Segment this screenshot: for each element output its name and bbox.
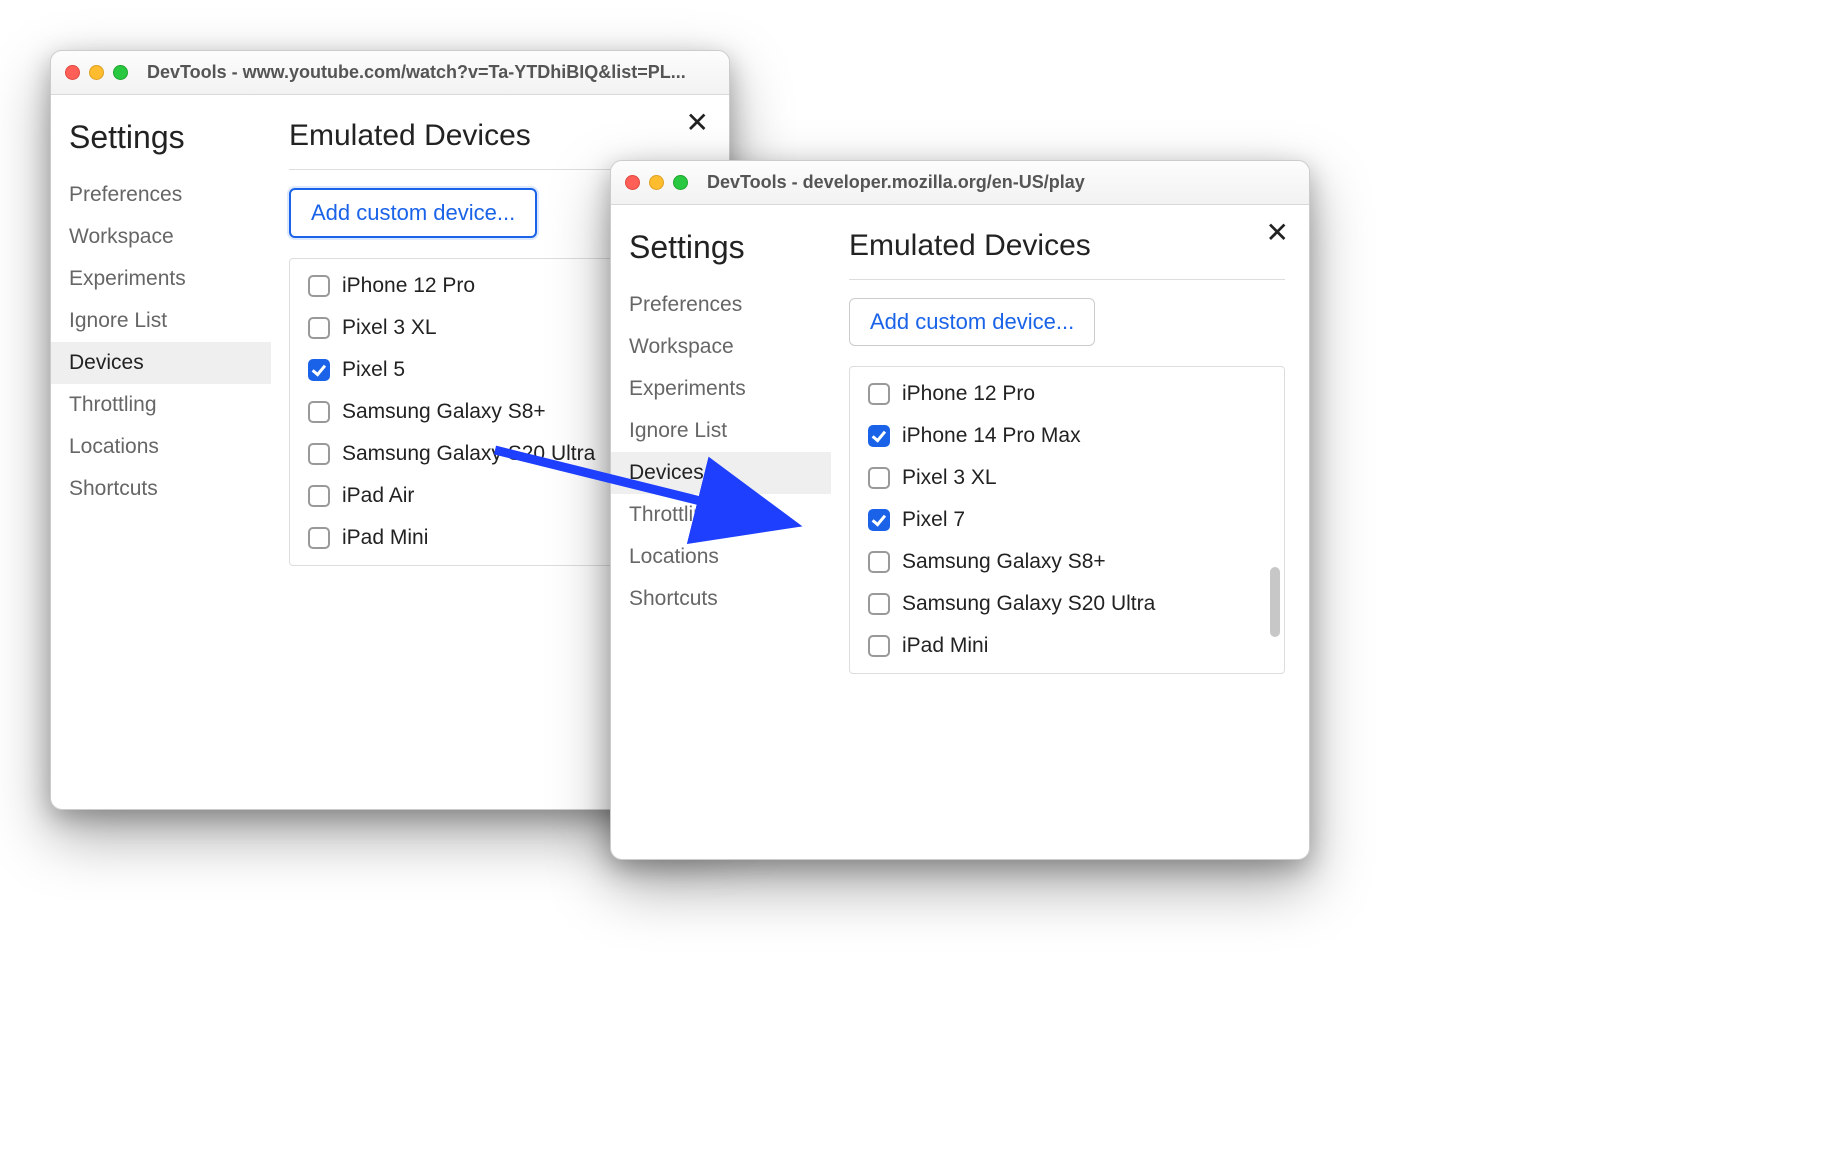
device-label: iPhone 14 Pro Max (902, 424, 1081, 448)
sidebar-item-devices[interactable]: Devices (51, 342, 271, 384)
settings-heading: Settings (611, 229, 831, 284)
checkbox-icon[interactable] (868, 467, 890, 489)
device-label: iPad Air (342, 484, 414, 508)
settings-sidebar: Settings PreferencesWorkspaceExperiments… (611, 205, 831, 859)
sidebar-item-devices[interactable]: Devices (611, 452, 831, 494)
device-label: Pixel 3 XL (342, 316, 437, 340)
device-row[interactable]: iPad Mini (850, 625, 1284, 667)
nav-list: PreferencesWorkspaceExperimentsIgnore Li… (611, 284, 831, 620)
checkbox-icon[interactable] (868, 383, 890, 405)
sidebar-item-preferences[interactable]: Preferences (51, 174, 271, 216)
nav-list: PreferencesWorkspaceExperimentsIgnore Li… (51, 174, 271, 510)
device-label: Samsung Galaxy S8+ (342, 400, 546, 424)
sidebar-item-experiments[interactable]: Experiments (611, 368, 831, 410)
titlebar[interactable]: DevTools - developer.mozilla.org/en-US/p… (611, 161, 1309, 205)
sidebar-item-locations[interactable]: Locations (611, 536, 831, 578)
window-zoom-icon[interactable] (113, 65, 128, 80)
checkbox-icon[interactable] (868, 551, 890, 573)
device-label: Samsung Galaxy S20 Ultra (342, 442, 595, 466)
page-title: Emulated Devices (849, 229, 1285, 280)
device-row[interactable]: iPhone 12 Pro (850, 373, 1284, 415)
window-title: DevTools - developer.mozilla.org/en-US/p… (707, 172, 1295, 193)
device-label: iPhone 12 Pro (342, 274, 475, 298)
window-zoom-icon[interactable] (673, 175, 688, 190)
checkbox-icon[interactable] (308, 485, 330, 507)
checkbox-icon[interactable] (868, 635, 890, 657)
sidebar-item-preferences[interactable]: Preferences (611, 284, 831, 326)
sidebar-item-shortcuts[interactable]: Shortcuts (51, 468, 271, 510)
window-title: DevTools - www.youtube.com/watch?v=Ta-YT… (147, 62, 715, 83)
checkbox-icon[interactable] (308, 359, 330, 381)
window-close-icon[interactable] (625, 175, 640, 190)
device-label: iPad Mini (902, 634, 988, 658)
scrollbar-thumb[interactable] (1270, 567, 1280, 637)
device-label: Pixel 7 (902, 508, 965, 532)
sidebar-item-shortcuts[interactable]: Shortcuts (611, 578, 831, 620)
sidebar-item-experiments[interactable]: Experiments (51, 258, 271, 300)
device-label: Samsung Galaxy S20 Ultra (902, 592, 1155, 616)
sidebar-item-workspace[interactable]: Workspace (611, 326, 831, 368)
checkbox-icon[interactable] (308, 527, 330, 549)
window-minimize-icon[interactable] (89, 65, 104, 80)
sidebar-item-locations[interactable]: Locations (51, 426, 271, 468)
add-custom-device-button[interactable]: Add custom device... (289, 188, 537, 238)
device-row[interactable]: Samsung Galaxy S20 Ultra (850, 583, 1284, 625)
device-label: Pixel 3 XL (902, 466, 997, 490)
add-custom-device-button[interactable]: Add custom device... (849, 298, 1095, 346)
sidebar-item-ignore-list[interactable]: Ignore List (51, 300, 271, 342)
checkbox-icon[interactable] (308, 401, 330, 423)
device-label: iPad Mini (342, 526, 428, 550)
window-minimize-icon[interactable] (649, 175, 664, 190)
device-row[interactable]: Pixel 3 XL (850, 457, 1284, 499)
device-list: iPhone 12 Pro iPhone 14 Pro Max Pixel 3 XL… (849, 366, 1285, 674)
devtools-window-b: DevTools - developer.mozilla.org/en-US/p… (610, 160, 1310, 860)
window-close-icon[interactable] (65, 65, 80, 80)
device-label: Samsung Galaxy S8+ (902, 550, 1106, 574)
checkbox-icon[interactable] (308, 443, 330, 465)
checkbox-icon[interactable] (308, 317, 330, 339)
device-row[interactable]: Pixel 7 (850, 499, 1284, 541)
device-label: iPhone 12 Pro (902, 382, 1035, 406)
checkbox-icon[interactable] (308, 275, 330, 297)
device-row[interactable]: Samsung Galaxy S8+ (850, 541, 1284, 583)
sidebar-item-throttling[interactable]: Throttling (611, 494, 831, 536)
titlebar[interactable]: DevTools - www.youtube.com/watch?v=Ta-YT… (51, 51, 729, 95)
settings-main: Emulated Devices Add custom device... iP… (831, 205, 1309, 859)
settings-heading: Settings (51, 119, 271, 174)
checkbox-icon[interactable] (868, 593, 890, 615)
sidebar-item-ignore-list[interactable]: Ignore List (611, 410, 831, 452)
checkbox-icon[interactable] (868, 509, 890, 531)
sidebar-item-throttling[interactable]: Throttling (51, 384, 271, 426)
sidebar-item-workspace[interactable]: Workspace (51, 216, 271, 258)
settings-sidebar: Settings PreferencesWorkspaceExperiments… (51, 95, 271, 809)
checkbox-icon[interactable] (868, 425, 890, 447)
device-row[interactable]: iPhone 14 Pro Max (850, 415, 1284, 457)
device-label: Pixel 5 (342, 358, 405, 382)
